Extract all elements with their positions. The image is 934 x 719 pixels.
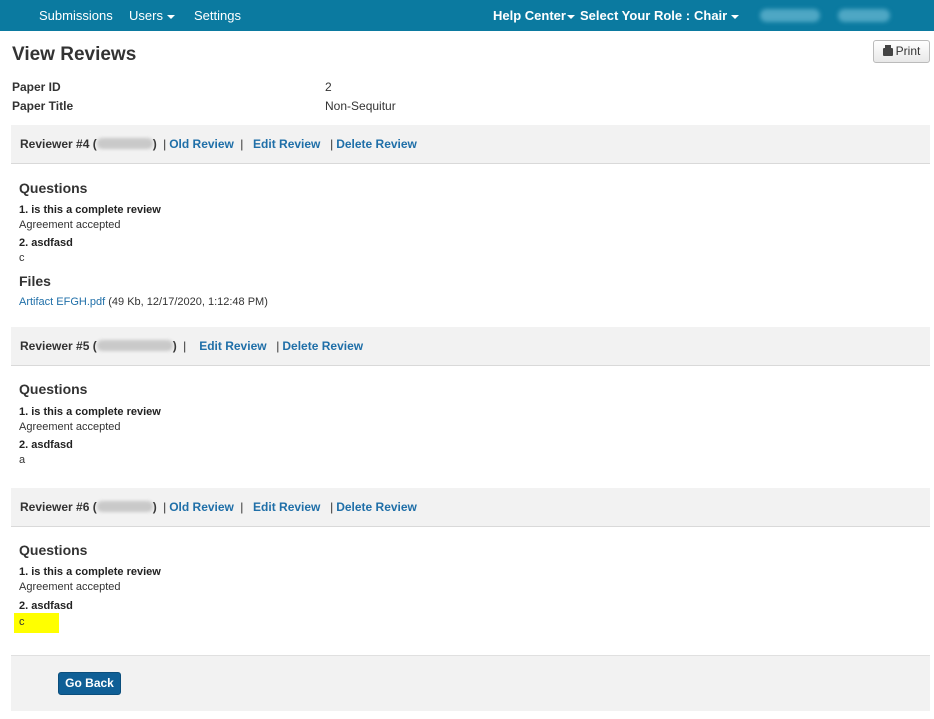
role-dropdown[interactable]: Chair [694,0,740,31]
chevron-down-icon [166,14,175,19]
footer-bar: Go Back [11,655,930,711]
paper-title-value: Non-Sequitur [325,99,396,113]
go-back-button[interactable]: Go Back [58,672,121,695]
old-review-link[interactable]: Old Review [169,137,234,151]
questions-title: Questions [19,381,88,397]
question-answer: c [19,616,25,628]
questions-title: Questions [19,180,88,196]
blurred-user-menu[interactable] [838,9,890,22]
printer-icon [882,45,893,56]
paper-title-label: Paper Title [12,99,74,113]
print-button[interactable]: Print [873,40,930,63]
top-navbar: Submissions Users Settings Help Center S… [0,0,934,31]
nav-settings[interactable]: Settings [194,0,241,31]
question-answer: Agreement accepted [19,219,121,231]
question-answer: Agreement accepted [19,581,121,593]
nav-users-dropdown[interactable]: Users [129,0,175,31]
question-title: 1. is this a complete review [19,204,161,216]
print-label: Print [895,44,921,58]
nav-users-label: Users [129,8,163,23]
old-review-link[interactable]: Old Review [169,500,234,514]
question-title: 1. is this a complete review [19,566,161,578]
review-header: Reviewer #4 () | Old Review | Edit Review… [11,125,930,164]
question-title: 2. asdfasd [19,237,73,249]
reviewer-name: Reviewer #6 [20,500,90,514]
edit-review-link[interactable]: Edit Review [253,137,320,151]
blurred-reviewer-identity [96,340,173,351]
blurred-user-name[interactable] [760,9,820,22]
chevron-down-icon [566,14,575,19]
question-answer: a [19,454,26,466]
file-link[interactable]: Artifact EFGH.pdf [19,296,105,308]
question-answer: Agreement accepted [19,421,121,433]
chevron-down-icon [731,14,740,19]
question-title: 1. is this a complete review [19,406,161,418]
file-meta: (49 Kb, 12/17/2020, 1:12:48 PM) [108,296,268,308]
page-title: View Reviews [12,44,137,65]
file-entry: Artifact EFGH.pdf (49 Kb, 12/17/2020, 1:… [19,296,268,308]
review-header: Reviewer #6 () | Old Review | Edit Review… [11,488,930,527]
select-role-label: Select Your Role : [580,8,691,23]
delete-review-link[interactable]: Delete Review [336,500,417,514]
delete-review-link[interactable]: Delete Review [282,339,363,353]
nav-submissions[interactable]: Submissions [39,0,113,31]
files-title: Files [19,273,51,289]
reviewer-name: Reviewer #5 [20,339,90,353]
paper-id-value: 2 [325,80,332,94]
nav-help-center-dropdown[interactable]: Help Center [493,0,575,31]
question-answer: c [19,252,25,264]
edit-review-link[interactable]: Edit Review [199,339,266,353]
role-label: Chair [694,8,728,23]
blurred-reviewer-identity [96,501,153,512]
reviewer-name: Reviewer #4 [20,137,90,151]
review-header: Reviewer #5 () | Edit Review | Delete Rev… [11,327,930,366]
edit-review-link[interactable]: Edit Review [253,500,320,514]
blurred-reviewer-identity [96,138,153,149]
questions-title: Questions [19,542,88,558]
question-title: 2. asdfasd [19,439,73,451]
nav-help-center-label: Help Center [493,8,566,23]
delete-review-link[interactable]: Delete Review [336,137,417,151]
paper-id-label: Paper ID [12,80,61,94]
question-title: 2. asdfasd [19,600,73,612]
